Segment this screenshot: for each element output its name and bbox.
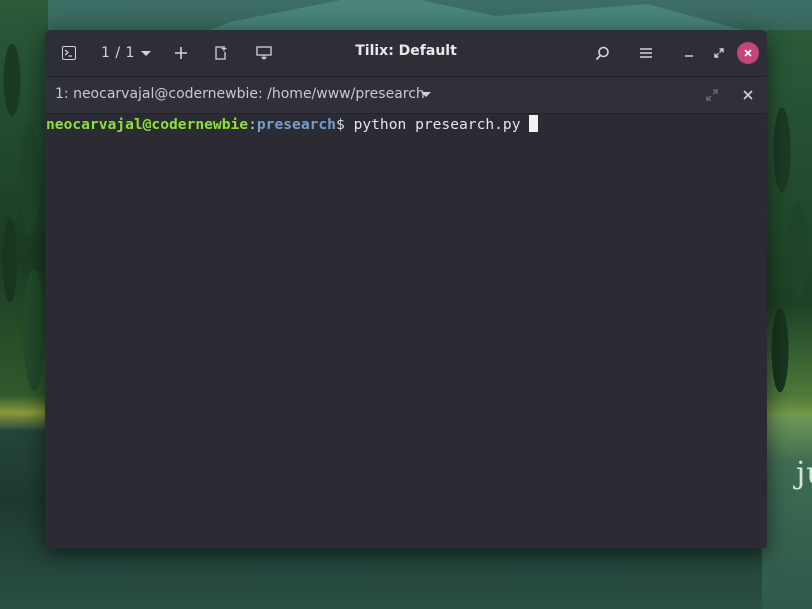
text-cursor bbox=[528, 115, 538, 132]
chevron-down-icon bbox=[140, 50, 151, 56]
sync-input-button[interactable] bbox=[253, 39, 275, 67]
expand-icon bbox=[706, 89, 718, 101]
close-window-button[interactable] bbox=[737, 42, 759, 64]
new-window-button[interactable] bbox=[211, 39, 231, 67]
prompt-separator: : bbox=[248, 116, 257, 133]
command-text: python presearch.py bbox=[353, 116, 521, 133]
terminal-close-button[interactable] bbox=[740, 87, 756, 103]
new-window-icon bbox=[215, 46, 227, 60]
session-counter-label: 1 / 1 bbox=[101, 45, 135, 61]
close-icon bbox=[744, 49, 752, 57]
desktop-background: ju 1 / 1 bbox=[0, 0, 812, 609]
search-button[interactable] bbox=[591, 39, 613, 67]
terminal-maximize-button[interactable] bbox=[705, 88, 721, 104]
prompt-user-host: neocarvajal@codernewbie bbox=[46, 116, 249, 133]
minimize-icon bbox=[685, 55, 693, 57]
prompt-line: neocarvajal@codernewbie:presearch$ pytho… bbox=[46, 115, 538, 135]
prompt-symbol: $ bbox=[335, 116, 345, 133]
forest-left-wallpaper bbox=[0, 0, 48, 430]
add-icon bbox=[175, 47, 187, 59]
terminal-icon[interactable] bbox=[59, 39, 79, 67]
forest-right-wallpaper bbox=[766, 30, 812, 420]
close-icon bbox=[743, 90, 753, 100]
menu-icon bbox=[640, 48, 652, 58]
lake-reflection-wallpaper bbox=[762, 415, 812, 609]
add-session-button[interactable] bbox=[171, 39, 191, 67]
maximize-button[interactable] bbox=[709, 39, 729, 67]
terminal-tab-title[interactable]: 1: neocarvajal@codernewbie: /home/www/pr… bbox=[55, 86, 425, 102]
search-icon bbox=[595, 46, 609, 60]
sync-input-icon bbox=[256, 46, 272, 60]
terminal-title-bar[interactable]: 1: neocarvajal@codernewbie: /home/www/pr… bbox=[45, 77, 767, 114]
session-switcher-button[interactable]: 1 / 1 bbox=[101, 39, 159, 67]
terminal-window[interactable]: 1 / 1 Tilix: Default 1: neocarvajal@code… bbox=[45, 30, 767, 548]
terminal-menu-chevron-icon[interactable] bbox=[421, 92, 431, 97]
minimize-button[interactable] bbox=[679, 39, 699, 67]
prompt-path: presearch bbox=[256, 116, 336, 133]
menu-button[interactable] bbox=[635, 39, 657, 67]
maximize-icon bbox=[714, 48, 724, 58]
headerbar: 1 / 1 Tilix: Default bbox=[45, 30, 767, 77]
terminal-output-area[interactable]: neocarvajal@codernewbie:presearch$ pytho… bbox=[45, 114, 767, 548]
desktop-widget-text: ju bbox=[796, 456, 812, 491]
